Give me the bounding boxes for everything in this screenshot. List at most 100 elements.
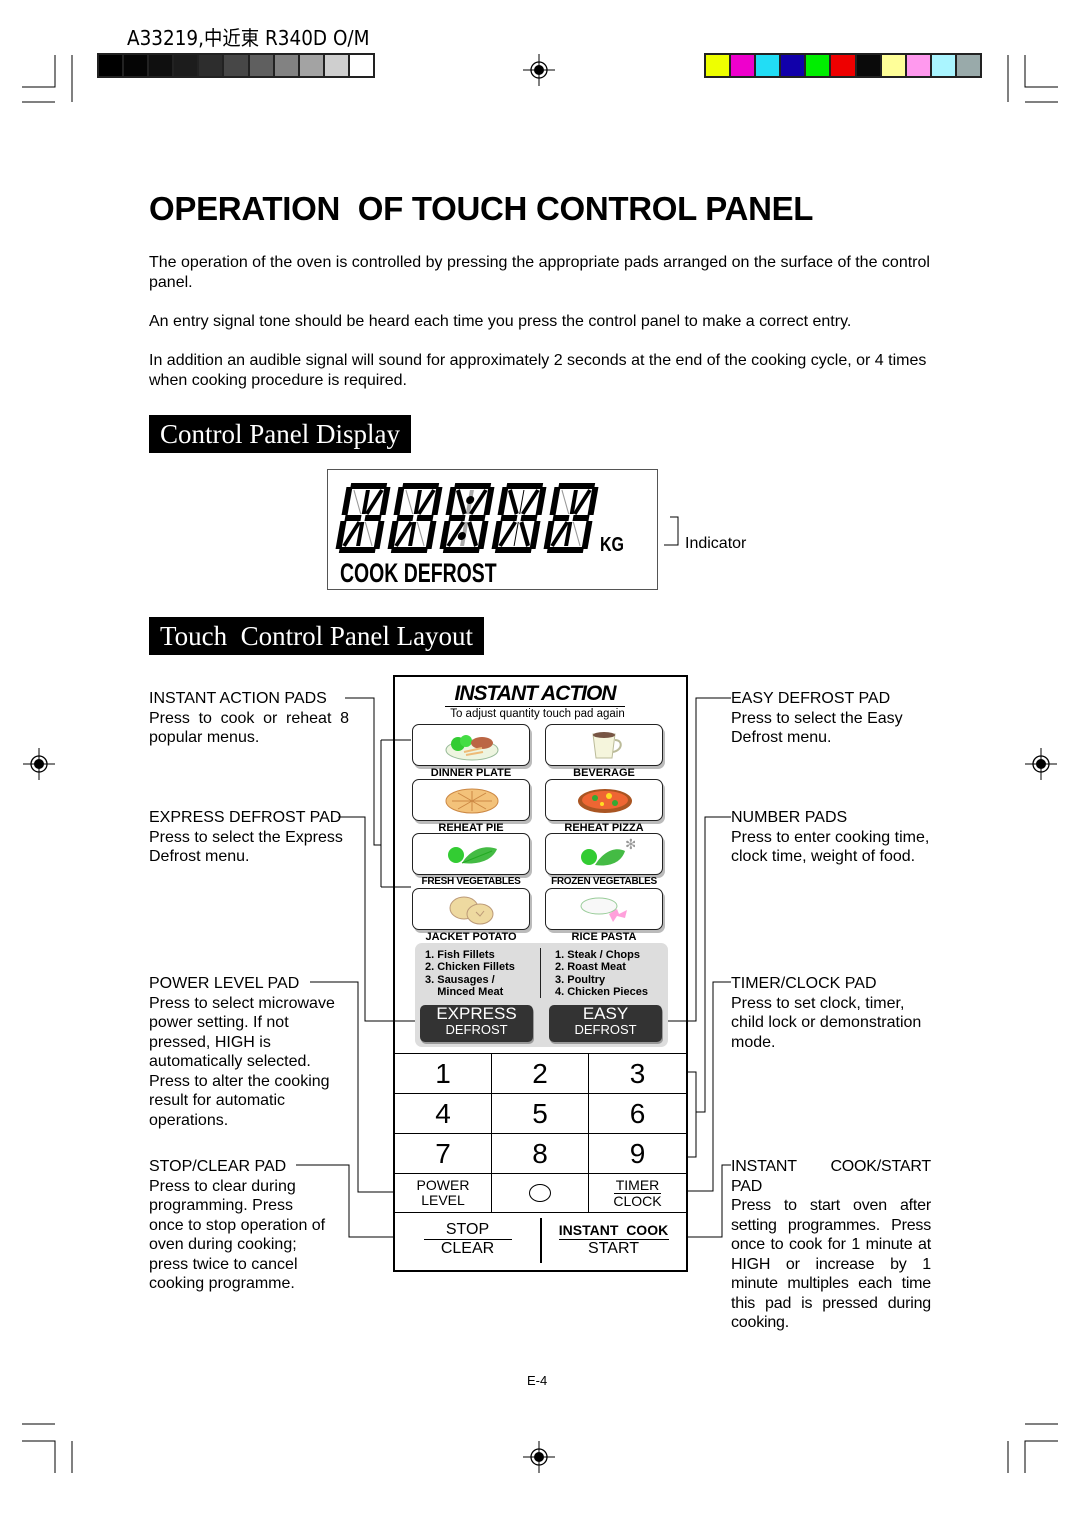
paragraph: In addition an audible signal will sound… — [149, 352, 927, 389]
number-pad-8[interactable]: 8 — [492, 1134, 589, 1174]
number-pad-6[interactable]: 6 — [589, 1094, 686, 1134]
touch-control-panel: INSTANT ACTION To adjust quantity touch … — [393, 675, 688, 1272]
segment — [393, 487, 405, 515]
button-label: DEFROST — [445, 1022, 508, 1037]
segment — [425, 521, 437, 549]
menu-item: 3. Sausages / — [425, 973, 495, 986]
express-defrost-menu: 1. Fish Fillets 2. Chicken Fillets 3. Saus… — [425, 949, 515, 998]
crop-mark — [22, 1423, 73, 1473]
pad-label: RICE PASTA — [571, 930, 637, 943]
label-instant-action-pads: INSTANT ACTION PADS Press to cook or rehe… — [149, 689, 349, 748]
zero-glyph — [529, 1184, 551, 1202]
segment — [497, 487, 509, 515]
pizza-icon — [578, 788, 632, 813]
rice-pasta-icon — [580, 897, 627, 922]
pad-label: TIMER — [613, 1176, 662, 1194]
label-heading: TIMER/CLOCK PAD — [731, 975, 877, 992]
segment — [477, 521, 489, 549]
segment-digit — [387, 483, 443, 553]
instant-action-pad-reheat-pie[interactable] — [412, 778, 530, 821]
registration-mark-icon — [23, 748, 55, 780]
label-heading: NUMBER PADS — [731, 809, 848, 826]
label-number-pads: NUMBER PADS Press to enter cooking time, … — [731, 808, 931, 867]
pie-icon — [445, 788, 499, 813]
power-level-pad[interactable]: POWER LEVEL — [395, 1174, 492, 1213]
segment-digit — [543, 483, 599, 553]
button-label: EXPRESS — [436, 1004, 517, 1023]
number-pad-5[interactable]: 5 — [492, 1094, 589, 1134]
segment — [581, 521, 593, 549]
segment — [341, 487, 353, 515]
pad-label: INSTANT COOK — [558, 1222, 669, 1240]
segment — [445, 487, 457, 515]
control-panel-display: KG COOK DEFROST — [327, 469, 658, 590]
label-instant-cook-start-pad: INSTANT COOK/START PAD Press to start ove… — [731, 1157, 931, 1333]
instant-action-pad-dinner-plate[interactable] — [412, 724, 530, 766]
divider — [540, 948, 541, 998]
label-heading: INSTANT ACTION PADS — [149, 690, 327, 707]
label-timer-clock-pad: TIMER/CLOCK PAD Press to set clock, timer… — [731, 974, 931, 1052]
label-heading: EXPRESS DEFROST PAD — [149, 809, 342, 826]
label-heading: POWER LEVEL PAD — [149, 975, 300, 992]
paragraph: The operation of the oven is controlled … — [149, 254, 930, 291]
registration-mark-icon — [523, 1441, 555, 1473]
instant-action-pad-beverage[interactable] — [545, 724, 663, 766]
number-pad-7[interactable]: 7 — [395, 1134, 492, 1174]
label-stop-clear-pad: STOP/CLEAR PAD Press to clear during prog… — [149, 1157, 329, 1294]
label-power-level-pad: POWER LEVEL PAD Press to select microwave… — [149, 974, 344, 1130]
instant-action-pad-reheat-pizza[interactable] — [545, 778, 663, 821]
instant-action-pad-frozen-vegetables[interactable]: ✻ — [545, 833, 663, 875]
dinner-plate-icon — [445, 735, 499, 761]
menu-item: 2. Roast Meat — [555, 961, 626, 974]
panel-title: INSTANT ACTION — [445, 682, 625, 707]
label-body: Press to select the Easy Defrost menu. — [731, 709, 903, 747]
instant-cook-start-pad[interactable]: INSTANT COOK START — [541, 1213, 686, 1271]
number-pad-2[interactable]: 2 — [492, 1054, 589, 1094]
label-body: Press to cook or reheat 8 popular menus. — [149, 709, 349, 747]
number-pad-0[interactable]: O — [492, 1174, 589, 1213]
number-pad-9[interactable]: 9 — [589, 1134, 686, 1174]
instant-action-pad-jacket-potato[interactable] — [412, 887, 530, 930]
pad-label: LEVEL — [421, 1192, 465, 1208]
segment — [519, 521, 531, 547]
instant-action-pad-fresh-vegetables[interactable] — [412, 833, 530, 875]
segment — [498, 521, 517, 547]
unit-kg: KG — [600, 534, 624, 556]
label-body: Press to select the Express Defrost menu… — [149, 828, 343, 866]
label-heading: EASY DEFROST PAD — [731, 690, 891, 707]
easy-defrost-menu: 1. Steak / Chops 2. Roast Meat 3. Poultry 4… — [555, 949, 648, 998]
number-pad-3[interactable]: 3 — [589, 1054, 686, 1094]
crop-mark — [22, 55, 73, 103]
segment — [507, 489, 519, 515]
pad-label: FROZEN VEGETABLES — [551, 876, 657, 887]
button-label: EASY — [582, 1004, 629, 1023]
colon-dot — [466, 496, 475, 504]
page-number: E-4 — [527, 1373, 548, 1388]
potato-icon — [449, 896, 494, 924]
label-body: Press to select microwave power setting.… — [149, 994, 335, 1129]
pad-label: FRESH VEGETABLES — [421, 876, 521, 887]
easy-defrost-button[interactable]: EASY DEFROST — [549, 1005, 662, 1042]
mode-indicators: COOK DEFROST — [340, 558, 497, 588]
pad-label: JACKET POTATO — [425, 930, 517, 943]
number-pad-4[interactable]: 4 — [395, 1094, 492, 1134]
defrost-area: 1. Fish Fillets 2. Chicken Fillets 3. Saus… — [415, 943, 668, 1047]
segment-digit — [491, 483, 547, 553]
svg-text:✻: ✻ — [625, 837, 635, 852]
stop-clear-pad[interactable]: STOP CLEAR — [395, 1213, 540, 1271]
express-defrost-button[interactable]: EXPRESS DEFROST — [420, 1005, 533, 1042]
label-heading: INSTANT COOK/START PAD — [731, 1158, 931, 1195]
registration-mark-icon — [523, 54, 555, 86]
timer-clock-pad[interactable]: TIMER CLOCK — [589, 1174, 686, 1213]
instant-action-pad-rice-pasta[interactable] — [545, 887, 663, 930]
paragraph: An entry signal tone should be heard eac… — [149, 313, 852, 330]
pad-label: POWER — [416, 1177, 470, 1193]
label-body: Press to set clock, timer, child lock or… — [731, 994, 922, 1051]
button-label: DEFROST — [574, 1022, 637, 1037]
menu-item: Minced Meat — [425, 985, 504, 998]
number-pad-1[interactable]: 1 — [395, 1054, 492, 1094]
label-body: Press to start oven after setting progra… — [731, 1197, 931, 1331]
registration-mark-icon — [1025, 748, 1057, 780]
menu-item: 1. Fish Fillets — [425, 949, 495, 961]
section-heading-display: Control Panel Display — [149, 415, 411, 453]
